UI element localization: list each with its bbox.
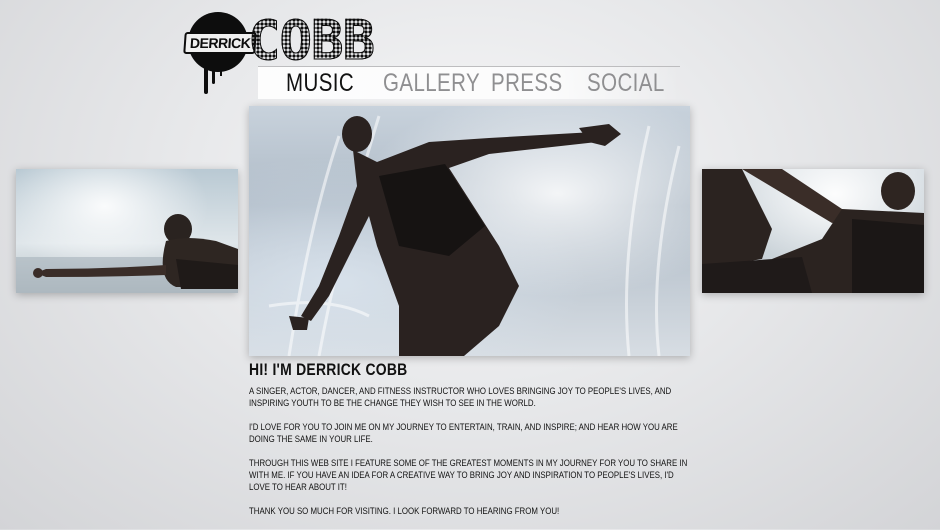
intro-section: HI! I'M DERRICK COBB A SINGER, ACTOR, DA…	[249, 360, 719, 530]
photo-center-figure	[268, 115, 681, 356]
photo-right[interactable]	[702, 169, 924, 293]
logo-first-name: DERRICK	[183, 32, 258, 54]
logo-drip	[212, 62, 215, 84]
nav-item-press[interactable]: PRESS	[491, 69, 563, 97]
intro-paragraph: I'D LOVE FOR YOU TO JOIN ME ON MY JOURNE…	[249, 422, 678, 445]
intro-paragraph: A SINGER, ACTOR, DANCER, AND FITNESS INS…	[249, 386, 672, 409]
photo-right-figure	[702, 169, 924, 293]
intro-paragraph: THANK YOU SO MUCH FOR VISITING. I LOOK F…	[249, 506, 560, 517]
nav-item-gallery[interactable]: GALLERY	[383, 69, 480, 97]
logo-last-name: COBB	[247, 9, 375, 72]
photo-left-figure	[16, 214, 238, 293]
nav-item-music[interactable]: MUSIC	[286, 69, 354, 97]
intro-paragraph: THROUGH THIS WEB SITE I FEATURE SOME OF …	[249, 458, 688, 493]
nav-item-social[interactable]: SOCIAL	[587, 69, 665, 97]
photo-center[interactable]	[249, 106, 690, 356]
intro-headline: HI! I'M DERRICK COBB	[249, 360, 408, 379]
logo-drip	[204, 62, 208, 94]
logo-drip	[220, 62, 222, 76]
photo-left[interactable]	[16, 169, 238, 293]
